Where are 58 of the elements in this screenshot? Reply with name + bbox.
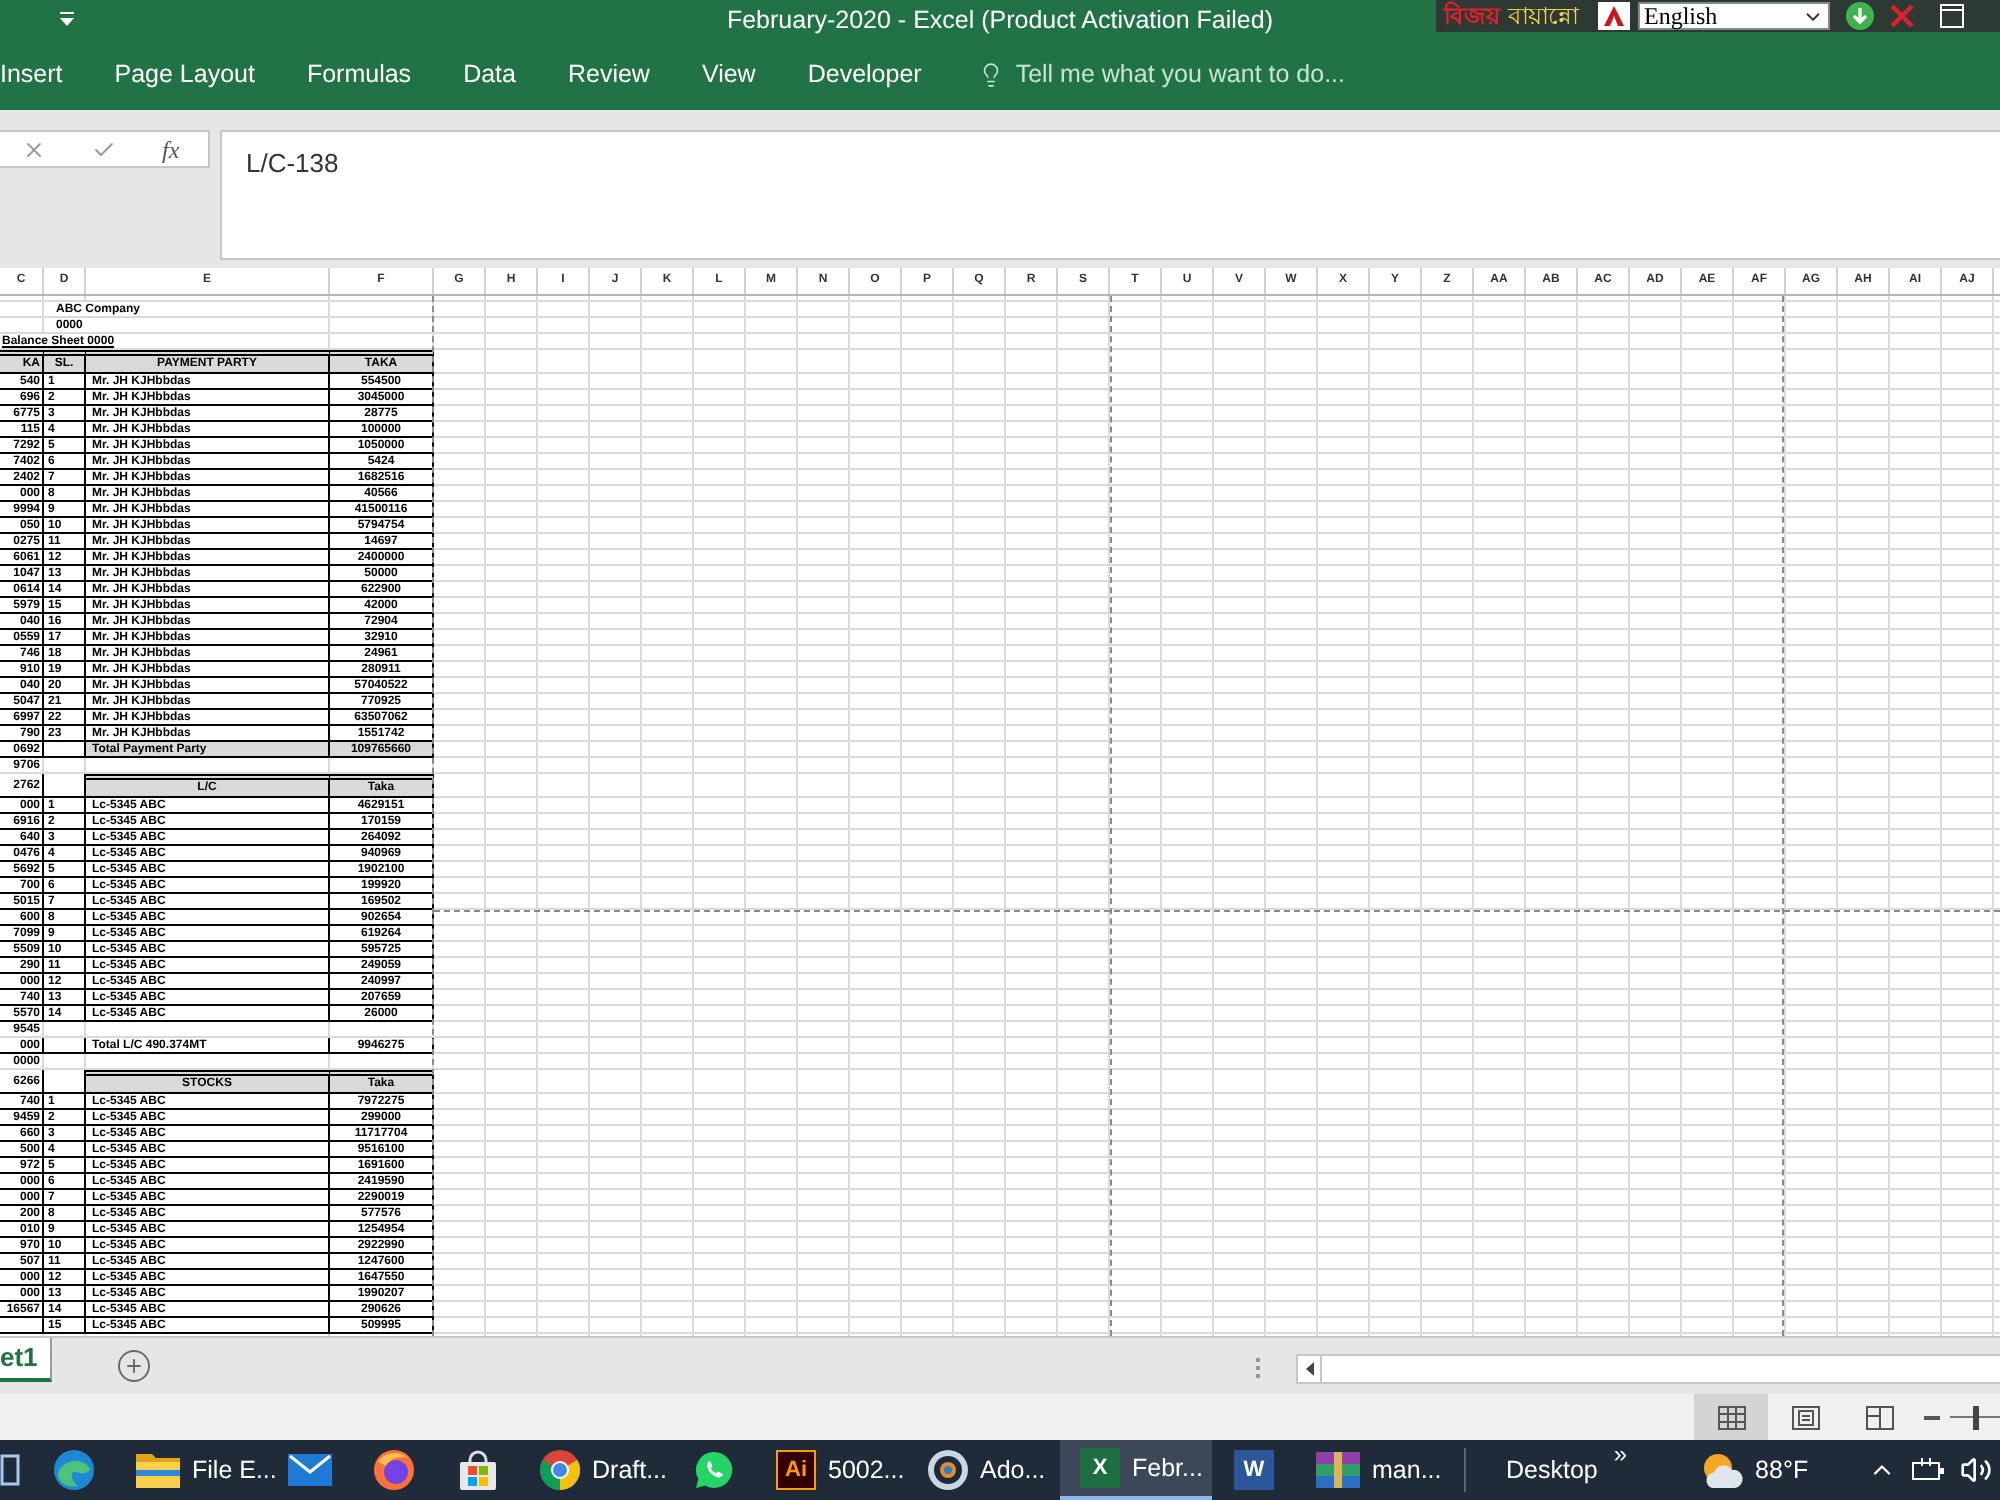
caret-left-icon — [1305, 1362, 1313, 1376]
taskbar-button[interactable]: Ado... — [908, 1440, 1060, 1500]
plus-circle-icon — [116, 1348, 152, 1384]
minus-icon[interactable] — [1924, 1415, 1940, 1419]
ribbon-tab[interactable]: Developer — [803, 51, 926, 99]
app-name-text: বায়ান্নো — [1508, 4, 1578, 28]
flame-globe-icon — [374, 1450, 414, 1490]
taskbar-button[interactable]: Draft... — [520, 1440, 672, 1500]
dropdown-arrow-icon[interactable] — [58, 12, 76, 28]
sheet-tab[interactable]: et1 — [0, 1338, 52, 1382]
taskbar-button[interactable]: X Febr... — [1060, 1440, 1212, 1500]
ribbon-tab[interactable]: Insert — [0, 51, 67, 99]
window-title: February-2020 - Excel (Product Activation Failed) — [726, 3, 1274, 38]
window-outline-icon — [0, 1454, 20, 1486]
swirl-icon — [54, 1450, 94, 1490]
app-initials: W — [1243, 1459, 1265, 1481]
ribbon-tab[interactable]: Review — [563, 51, 654, 99]
page-icon — [1791, 1405, 1819, 1429]
stacked-books-icon — [1316, 1452, 1360, 1488]
speaker-icon[interactable] — [1960, 1454, 1992, 1486]
shopping-bag-icon — [458, 1450, 498, 1490]
view-button[interactable] — [1694, 1394, 1768, 1440]
zoom-slider[interactable] — [1950, 1405, 2000, 1429]
horizontal-scrollbar[interactable] — [1296, 1354, 2000, 1384]
chat-bubble-icon — [694, 1450, 734, 1490]
grid-icon — [1717, 1405, 1745, 1429]
ribbon-tab[interactable]: Formulas — [302, 51, 416, 99]
formula-field[interactable]: L/C-138 — [220, 130, 2000, 260]
add-sheet-button[interactable] — [116, 1348, 152, 1384]
tell-me-field[interactable]: Tell me what you want to do... — [1015, 56, 1376, 94]
ribbon-tab[interactable]: Page Layout — [110, 51, 259, 99]
language-dropdown[interactable]: English — [1638, 2, 1830, 30]
taskbar-button[interactable]: Ai 5002... — [756, 1440, 908, 1500]
ribbon-tab[interactable]: View — [697, 51, 760, 99]
download-circle-icon[interactable] — [1846, 2, 1874, 30]
slider-thumb[interactable] — [1972, 1405, 1978, 1429]
app-initials: Ai — [785, 1459, 807, 1481]
folder-icon — [136, 1452, 180, 1488]
ribbon-tab[interactable]: Data — [459, 51, 520, 99]
disc-icon — [928, 1450, 968, 1490]
desktop-button[interactable]: Desktop — [1506, 1440, 1598, 1500]
taskbar-button[interactable]: man... — [1296, 1440, 1448, 1500]
cross-icon[interactable] — [1888, 2, 1916, 30]
function-button[interactable]: fx — [162, 137, 180, 161]
brand-text: বিজয় — [1444, 4, 1500, 28]
sun-cloud-icon — [1699, 1452, 1744, 1488]
x-icon[interactable] — [22, 137, 46, 161]
overflow-button[interactable]: » — [1613, 1442, 1628, 1466]
weather-button[interactable]: 88°F — [1699, 1440, 1809, 1500]
envelope-icon — [288, 1454, 332, 1486]
battery-icon[interactable] — [1912, 1458, 1944, 1482]
check-icon[interactable] — [92, 137, 116, 161]
segmented-circle-icon — [540, 1450, 580, 1490]
window-icon[interactable] — [1940, 4, 1964, 28]
triangle-logo-icon[interactable] — [1598, 2, 1630, 30]
taskbar-button[interactable]: W — [1212, 1440, 1296, 1500]
split-page-icon — [1865, 1405, 1893, 1429]
app-initials: X — [1092, 1457, 1108, 1479]
